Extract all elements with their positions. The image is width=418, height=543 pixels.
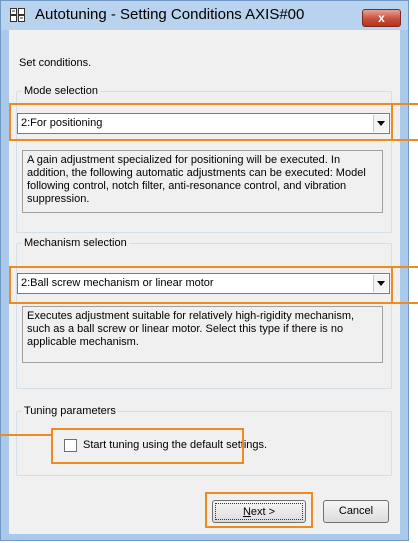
mode-description: A gain adjustment specialized for positi…	[22, 150, 383, 213]
mechanism-dropdown-button[interactable]	[373, 275, 388, 292]
close-icon: x	[378, 11, 385, 25]
next-button-focus: Next >	[215, 503, 303, 520]
chevron-down-icon	[377, 121, 385, 126]
close-button[interactable]: x	[362, 9, 401, 27]
mechanism-description: Executes adjustment suitable for relativ…	[22, 306, 383, 363]
chevron-down-icon	[377, 281, 385, 286]
cancel-button[interactable]: Cancel	[323, 500, 389, 523]
mode-selection-legend: Mode selection	[22, 85, 100, 98]
dialog-body: Set conditions. Mode selection 2:For pos…	[9, 30, 400, 534]
default-settings-checkbox[interactable]	[64, 439, 77, 452]
title-bar[interactable]: Autotuning - Setting Conditions AXIS#00 …	[1, 1, 408, 30]
mode-select[interactable]: 2:For positioning	[17, 113, 390, 134]
mode-select-value: 2:For positioning	[21, 117, 103, 129]
mode-dropdown-button[interactable]	[373, 115, 388, 132]
default-settings-checkbox-label[interactable]: Start tuning using the default settings.	[83, 439, 267, 451]
axis-grid-icon	[10, 8, 26, 22]
dialog-window: Autotuning - Setting Conditions AXIS#00 …	[0, 0, 409, 541]
next-mnemonic: N	[242, 506, 251, 518]
instruction-text: Set conditions.	[19, 57, 92, 69]
tuning-parameters-legend: Tuning parameters	[22, 405, 118, 418]
next-button-label: ext >	[250, 506, 276, 518]
mechanism-selection-legend: Mechanism selection	[22, 237, 129, 250]
next-button[interactable]: Next >	[212, 500, 306, 523]
mechanism-select-value: 2:Ball screw mechanism or linear motor	[21, 277, 214, 289]
mechanism-select[interactable]: 2:Ball screw mechanism or linear motor	[17, 273, 390, 294]
window-title: Autotuning - Setting Conditions AXIS#00	[35, 6, 305, 23]
